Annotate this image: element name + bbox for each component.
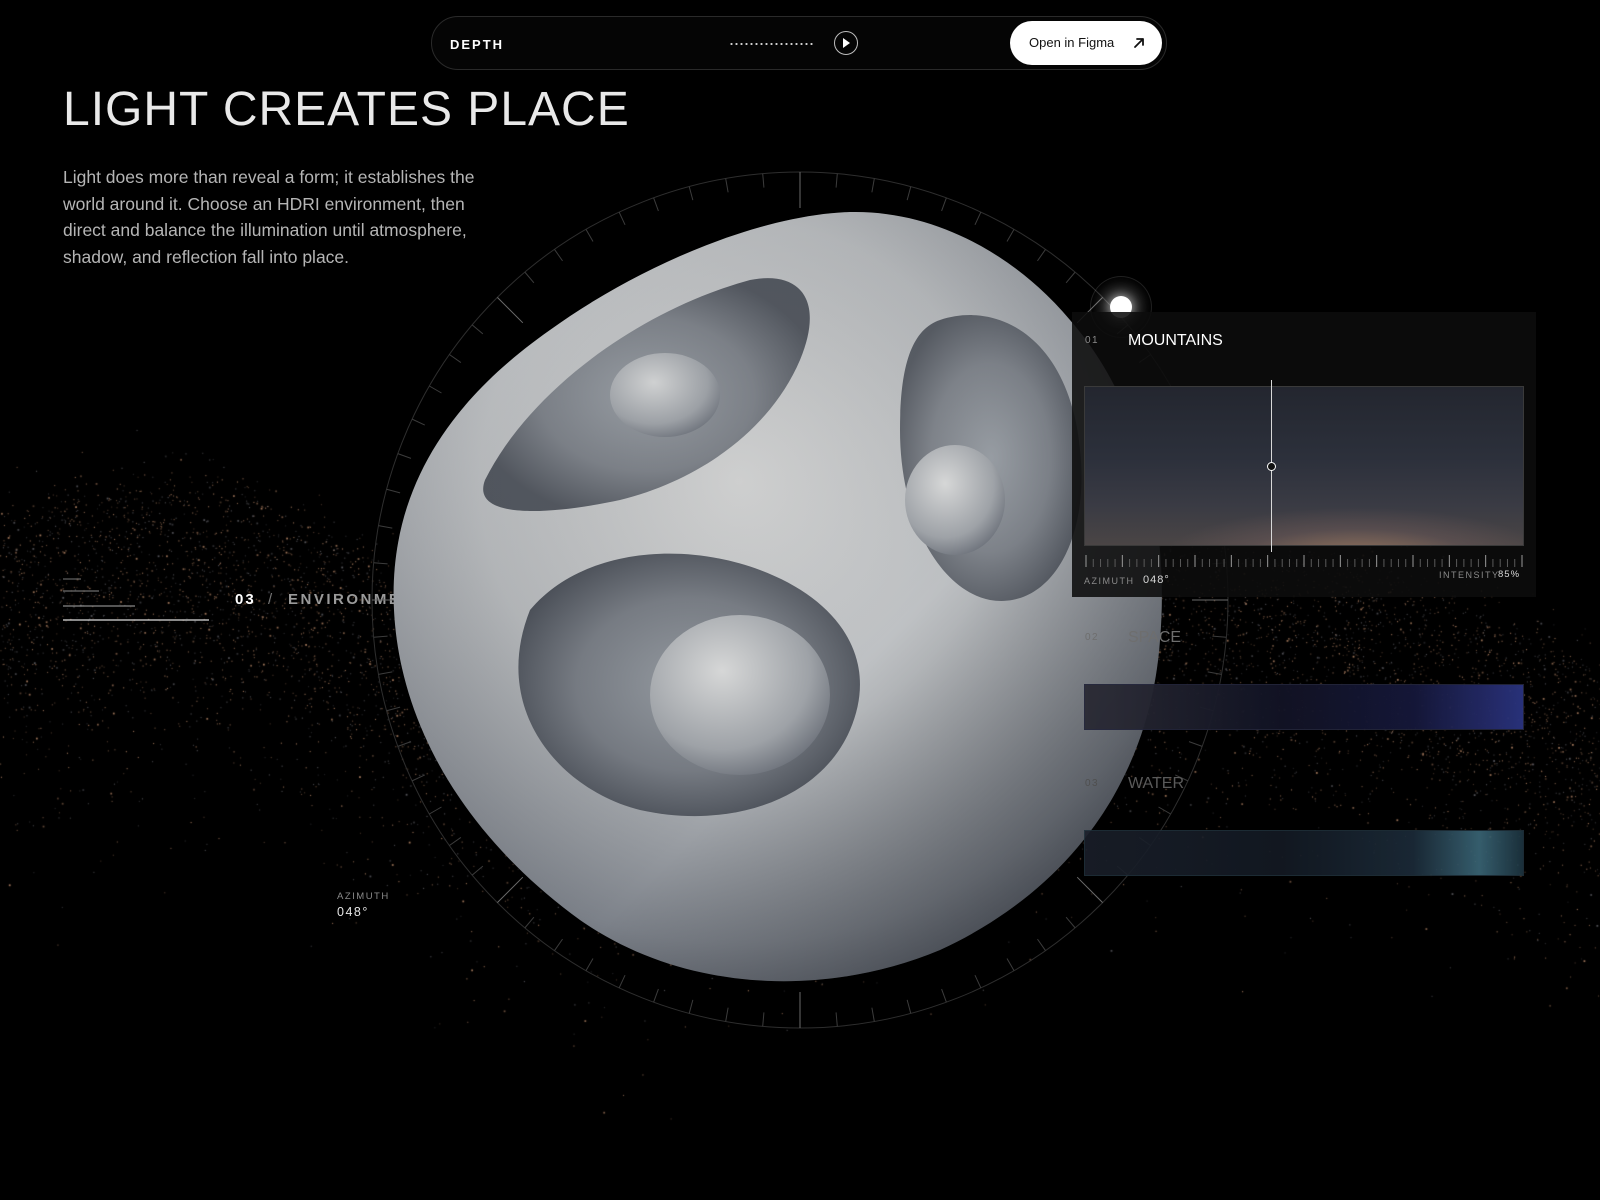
brand-logo: DEPTH	[450, 37, 505, 52]
play-button[interactable]	[834, 31, 858, 55]
hdri-preview-water[interactable]	[1084, 830, 1524, 876]
env-option-mountains[interactable]: MOUNTAINS	[1128, 332, 1223, 350]
dial-tick	[835, 1012, 838, 1027]
open-in-figma-button[interactable]: Open in Figma	[1010, 21, 1162, 65]
dial-tick	[762, 173, 765, 188]
dial-tick	[835, 173, 838, 188]
azimuth-value: 048°	[337, 905, 369, 919]
arrow-up-right-icon	[1134, 38, 1144, 48]
dial-tick	[762, 1012, 765, 1027]
timeline-progress	[729, 42, 815, 46]
section-number: 03	[235, 591, 256, 608]
open-in-figma-label: Open in Figma	[1029, 35, 1115, 50]
section-progress-lines	[63, 578, 209, 621]
top-bar: DEPTH Open in Figma	[431, 16, 1167, 70]
azimuth-tick-scale[interactable]	[1084, 555, 1524, 567]
env-number-space: 02	[1085, 632, 1100, 643]
env-option-space[interactable]: SPACE	[1128, 629, 1181, 647]
section-separator: /	[268, 591, 273, 608]
azimuth-scrubber-handle[interactable]	[1267, 462, 1276, 471]
panel-intensity-value: 85%	[1498, 569, 1521, 580]
panel-azimuth-label: AZIMUTH	[1084, 576, 1135, 586]
sculpture-knob-front	[650, 615, 830, 775]
azimuth-label: AZIMUTH	[337, 891, 390, 902]
dial-tick	[1207, 671, 1222, 675]
panel-intensity-label: INTENSITY	[1439, 570, 1500, 580]
page-title: LIGHT CREATES PLACE	[63, 83, 630, 136]
hdri-preview-mountains[interactable]	[1084, 386, 1524, 546]
hdri-preview-space[interactable]	[1084, 684, 1524, 730]
env-number-mountains: 01	[1085, 335, 1100, 346]
play-icon	[843, 38, 850, 48]
dial-tick	[1212, 635, 1227, 638]
sculpture-knob-right	[905, 445, 1005, 555]
env-option-water[interactable]: WATER	[1128, 775, 1184, 793]
env-number-water: 03	[1085, 778, 1100, 789]
panel-azimuth-value: 048°	[1143, 574, 1170, 586]
sculpture-knob-top	[610, 353, 720, 437]
